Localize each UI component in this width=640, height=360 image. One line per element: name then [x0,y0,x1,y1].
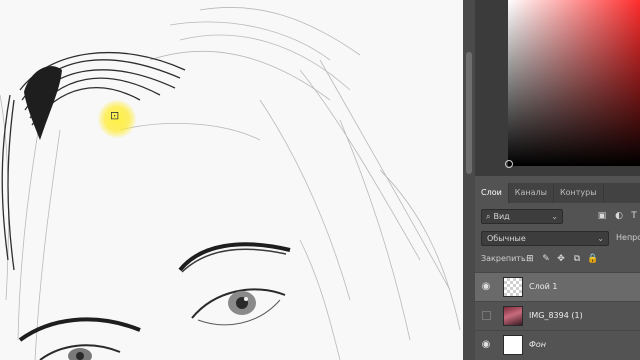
lock-artboard-icon[interactable]: ⧉ [571,253,583,265]
brush-cursor-icon: ⊡ [110,109,120,122]
document-canvas[interactable]: ⊡ [0,0,466,360]
layer-thumbnail [503,335,523,355]
lock-transparency-icon[interactable]: ⊞ [524,253,536,265]
adjustment-filter-icon[interactable]: ◐ [613,210,625,222]
blend-mode-select[interactable]: Обычные ⌄ [481,231,609,246]
blend-mode-value: Обычные [487,234,526,243]
visibility-toggle[interactable] [482,311,491,320]
layer-name: IMG_8394 (1) [529,311,583,320]
tab-layers[interactable]: Слои [475,183,509,203]
layer-name: Фон [529,340,547,349]
lock-position-icon[interactable]: ✥ [555,253,567,265]
layer-filter-row: ⌕ Вид ⌄ ▣ ◐ T [475,209,640,225]
layer-row-2[interactable]: IMG_8394 (1) [475,301,640,330]
layer-thumbnail [503,277,523,297]
chevron-down-icon: ⌄ [597,234,604,243]
canvas-scrollbar[interactable] [463,0,475,360]
tab-paths[interactable]: Контуры [554,183,604,203]
blend-row: Обычные ⌄ Непрозр [475,231,640,247]
color-field-cursor[interactable] [505,160,513,168]
layer-thumbnail [503,306,523,326]
eye-icon[interactable]: ◉ [480,281,492,293]
lock-all-icon[interactable]: 🔒 [587,253,599,265]
layers-panel: Слои Каналы Контуры ⌕ Вид ⌄ ▣ ◐ T Обычные… [475,183,640,360]
layer-row-1[interactable]: ◉ Слой 1 [475,272,640,301]
chevron-down-icon: ⌄ [551,212,558,221]
opacity-label: Непрозр [616,233,640,242]
layer-filter-select[interactable]: ⌕ Вид ⌄ [481,209,563,224]
tab-channels[interactable]: Каналы [509,183,554,203]
layer-filter-value: Вид [493,212,510,221]
scrollbar-thumb[interactable] [466,52,472,174]
layer-name: Слой 1 [529,282,558,291]
right-panel: Слои Каналы Контуры ⌕ Вид ⌄ ▣ ◐ T Обычные… [475,0,640,360]
eye-icon[interactable]: ◉ [480,339,492,351]
color-picker-panel [475,0,640,176]
sketch-drawing [0,7,461,360]
color-field[interactable] [508,0,640,166]
panel-tabs: Слои Каналы Контуры [475,183,640,203]
lock-row: Закрепить: ⊞ ✎ ✥ ⧉ 🔒 [475,252,640,268]
image-filter-icon[interactable]: ▣ [596,210,608,222]
color-picker-strip [475,0,508,176]
search-icon: ⌕ [486,212,491,221]
type-filter-icon[interactable]: T [628,210,640,222]
lock-label: Закрепить: [481,254,529,263]
layer-row-3[interactable]: ◉ Фон [475,330,640,359]
lock-brush-icon[interactable]: ✎ [540,253,552,265]
